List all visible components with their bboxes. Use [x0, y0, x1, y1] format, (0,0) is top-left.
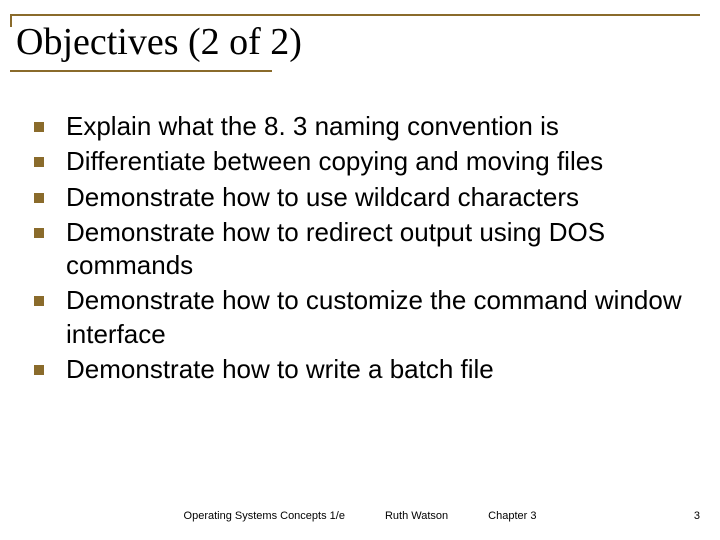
bullet-text: Demonstrate how to write a batch file — [66, 353, 690, 386]
square-bullet-icon — [34, 296, 44, 306]
footer-chapter: Chapter 3 — [488, 510, 536, 522]
title-block: Objectives (2 of 2) — [10, 14, 700, 72]
square-bullet-icon — [34, 193, 44, 203]
title-rule-tick — [10, 14, 12, 27]
bullet-text: Demonstrate how to customize the command… — [66, 284, 690, 351]
footer-book: Operating Systems Concepts 1/e — [184, 510, 345, 522]
list-item: Explain what the 8. 3 naming convention … — [34, 110, 690, 143]
list-item: Demonstrate how to use wildcard characte… — [34, 181, 690, 214]
bullet-list: Explain what the 8. 3 naming convention … — [34, 110, 690, 386]
list-item: Differentiate between copying and moving… — [34, 145, 690, 178]
square-bullet-icon — [34, 228, 44, 238]
title-rule-bottom — [10, 70, 272, 72]
list-item: Demonstrate how to redirect output using… — [34, 216, 690, 283]
slide: Objectives (2 of 2) Explain what the 8. … — [0, 0, 720, 540]
bullet-text: Demonstrate how to use wildcard characte… — [66, 181, 690, 214]
list-item: Demonstrate how to write a batch file — [34, 353, 690, 386]
bullet-text: Differentiate between copying and moving… — [66, 145, 690, 178]
slide-title: Objectives (2 of 2) — [10, 16, 700, 70]
square-bullet-icon — [34, 365, 44, 375]
content-area: Explain what the 8. 3 naming convention … — [34, 110, 690, 388]
page-number: 3 — [694, 510, 700, 522]
footer: Operating Systems Concepts 1/e Ruth Wats… — [0, 510, 720, 522]
list-item: Demonstrate how to customize the command… — [34, 284, 690, 351]
footer-author: Ruth Watson — [385, 510, 448, 522]
square-bullet-icon — [34, 122, 44, 132]
bullet-text: Explain what the 8. 3 naming convention … — [66, 110, 690, 143]
bullet-text: Demonstrate how to redirect output using… — [66, 216, 690, 283]
footer-inner: Operating Systems Concepts 1/e Ruth Wats… — [0, 510, 720, 522]
square-bullet-icon — [34, 157, 44, 167]
